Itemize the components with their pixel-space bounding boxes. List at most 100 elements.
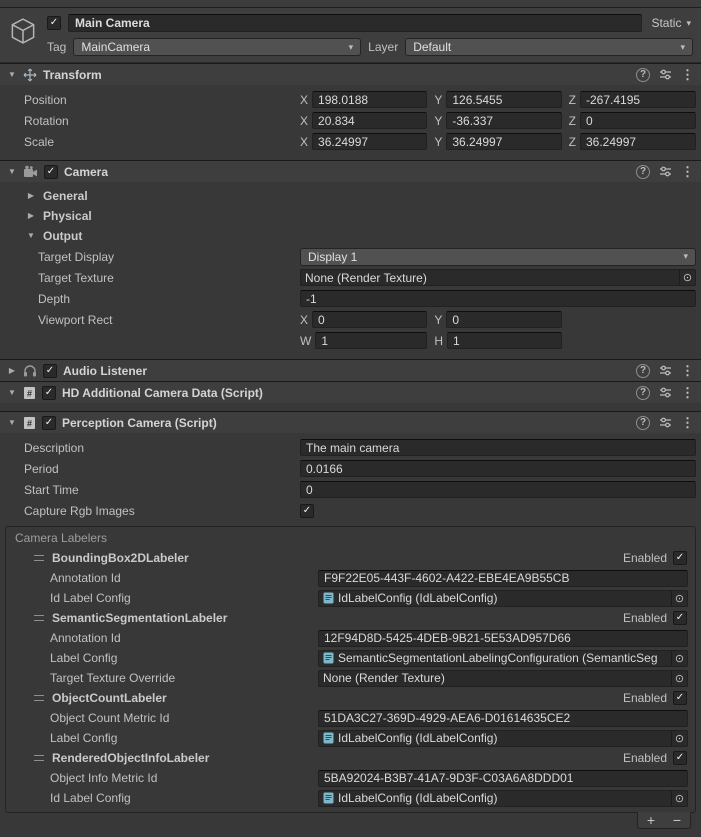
help-icon[interactable]: ? <box>636 364 650 378</box>
foldout-open-icon[interactable]: ▼ <box>7 419 17 427</box>
viewport-h-field[interactable]: 1 <box>447 332 562 349</box>
gameobject-active-checkbox[interactable]: ✓ <box>47 16 61 30</box>
transform-header[interactable]: ▼ Transform ? ⋮ <box>0 63 701 85</box>
perception-camera-enabled-checkbox[interactable]: ✓ <box>42 416 56 430</box>
drag-handle-icon[interactable] <box>34 695 44 701</box>
viewport-x-field[interactable]: 0 <box>312 311 427 328</box>
kebab-menu-icon[interactable]: ⋮ <box>681 68 694 81</box>
viewport-rect-row: Viewport Rect X0 Y0 <box>0 309 701 330</box>
tag-dropdown[interactable]: MainCamera ▾ <box>73 38 361 56</box>
kebab-menu-icon[interactable]: ⋮ <box>681 386 694 399</box>
hd-camera-data-header[interactable]: ▼ # ✓ HD Additional Camera Data (Script)… <box>0 381 701 403</box>
presets-icon[interactable] <box>659 165 672 178</box>
foldout-closed-icon[interactable]: ▶ <box>26 212 36 220</box>
labeler-row-semanticsegmentation[interactable]: SemanticSegmentationLabeler Enabled ✓ <box>6 608 695 628</box>
object-picker-icon[interactable]: ⊙ <box>679 270 695 285</box>
foldout-closed-icon[interactable]: ▶ <box>7 367 17 375</box>
scale-x-field[interactable]: 36.24997 <box>312 133 427 150</box>
target-texture-field[interactable]: None (Render Texture) ⊙ <box>300 269 696 286</box>
labeler-enabled-checkbox[interactable]: ✓ <box>673 611 687 625</box>
foldout-open-icon[interactable]: ▼ <box>7 389 17 397</box>
position-y-field[interactable]: 126.5455 <box>446 91 561 108</box>
target-display-dropdown[interactable]: Display 1 ▾ <box>300 248 696 266</box>
camera-general-foldout[interactable]: ▶ General <box>0 186 701 206</box>
y-axis-label: Y <box>434 313 442 327</box>
scale-y-field[interactable]: 36.24997 <box>446 133 561 150</box>
drag-handle-icon[interactable] <box>34 615 44 621</box>
static-label: Static <box>651 16 681 30</box>
kebab-menu-icon[interactable]: ⋮ <box>681 364 694 377</box>
depth-field[interactable]: -1 <box>300 290 696 307</box>
scale-z-field[interactable]: 36.24997 <box>580 133 696 150</box>
presets-icon[interactable] <box>659 416 672 429</box>
foldout-open-icon[interactable]: ▼ <box>7 71 17 79</box>
period-field[interactable]: 0.0166 <box>300 460 696 477</box>
rotation-y-field[interactable]: -36.337 <box>446 112 561 129</box>
start-time-field[interactable]: 0 <box>300 481 696 498</box>
kebab-menu-icon[interactable]: ⋮ <box>681 416 694 429</box>
id-label-config-field[interactable]: IdLabelConfig (IdLabelConfig) ⊙ <box>318 590 688 607</box>
presets-icon[interactable] <box>659 386 672 399</box>
id-label-config-field[interactable]: IdLabelConfig (IdLabelConfig) ⊙ <box>318 790 688 807</box>
description-field[interactable]: The main camera <box>300 439 696 456</box>
drag-handle-icon[interactable] <box>34 755 44 761</box>
annotation-id-field[interactable]: F9F22E05-443F-4602-A422-EBE4EA9B55CB <box>318 570 688 587</box>
camera-labelers-title: Camera Labelers <box>6 527 695 548</box>
capture-rgb-checkbox[interactable]: ✓ <box>300 504 314 518</box>
add-labeler-button[interactable]: + <box>638 812 664 828</box>
presets-icon[interactable] <box>659 364 672 377</box>
target-texture-override-field[interactable]: None (Render Texture) ⊙ <box>318 670 688 687</box>
camera-physical-foldout[interactable]: ▶ Physical <box>0 206 701 226</box>
foldout-open-icon[interactable]: ▼ <box>26 232 36 240</box>
object-picker-icon[interactable]: ⊙ <box>671 731 687 746</box>
remove-labeler-button[interactable]: − <box>664 812 690 828</box>
audio-listener-header[interactable]: ▶ ✓ Audio Listener ? ⋮ <box>0 359 701 381</box>
labeler-row-boundingbox2d[interactable]: BoundingBox2DLabeler Enabled ✓ <box>6 548 695 568</box>
transform-body: Position X198.0188 Y126.5455 Z-267.4195 … <box>0 85 701 160</box>
object-count-metric-id-field[interactable]: 51DA3C27-369D-4929-AEA6-D01614635CE2 <box>318 710 688 727</box>
label-config-field[interactable]: IdLabelConfig (IdLabelConfig) ⊙ <box>318 730 688 747</box>
camera-output-foldout[interactable]: ▼ Output <box>0 226 701 246</box>
help-icon[interactable]: ? <box>636 165 650 179</box>
gameobject-name-field[interactable]: Main Camera <box>68 14 642 32</box>
drag-handle-icon[interactable] <box>34 555 44 561</box>
y-axis-label: Y <box>434 135 442 149</box>
position-x-field[interactable]: 198.0188 <box>312 91 427 108</box>
static-dropdown[interactable]: Static ▾ <box>649 16 693 30</box>
object-picker-icon[interactable]: ⊙ <box>671 791 687 806</box>
labeler-enabled-checkbox[interactable]: ✓ <box>673 751 687 765</box>
foldout-open-icon[interactable]: ▼ <box>7 168 17 176</box>
rotation-x-field[interactable]: 20.834 <box>312 112 427 129</box>
help-icon[interactable]: ? <box>636 416 650 430</box>
camera-enabled-checkbox[interactable]: ✓ <box>44 165 58 179</box>
labeler-row-objectcount[interactable]: ObjectCountLabeler Enabled ✓ <box>6 688 695 708</box>
camera-header[interactable]: ▼ ✓ Camera ? ⋮ <box>0 160 701 182</box>
object-picker-icon[interactable]: ⊙ <box>671 671 687 686</box>
rotation-z-field[interactable]: 0 <box>580 112 696 129</box>
viewport-w-field[interactable]: 1 <box>315 332 427 349</box>
help-icon[interactable]: ? <box>636 386 650 400</box>
viewport-rect-label: Viewport Rect <box>38 313 300 327</box>
help-icon[interactable]: ? <box>636 68 650 82</box>
object-picker-icon[interactable]: ⊙ <box>671 651 687 666</box>
kebab-menu-icon[interactable]: ⋮ <box>681 165 694 178</box>
presets-icon[interactable] <box>659 68 672 81</box>
position-z-field[interactable]: -267.4195 <box>580 91 696 108</box>
labeler-row-renderedobjectinfo[interactable]: RenderedObjectInfoLabeler Enabled ✓ <box>6 748 695 768</box>
hd-camera-data-enabled-checkbox[interactable]: ✓ <box>42 386 56 400</box>
labeler-enabled-checkbox[interactable]: ✓ <box>673 551 687 565</box>
perception-camera-header[interactable]: ▼ # ✓ Perception Camera (Script) ? ⋮ <box>0 411 701 433</box>
object-picker-icon[interactable]: ⊙ <box>671 591 687 606</box>
label-config-row: Label Config IdLabelConfig (IdLabelConfi… <box>6 728 695 748</box>
label-config-field[interactable]: SemanticSegmentationLabelingConfiguratio… <box>318 650 688 667</box>
camera-labelers-list: Camera Labelers BoundingBox2DLabeler Ena… <box>5 526 696 813</box>
layer-dropdown[interactable]: Default ▾ <box>405 38 693 56</box>
audio-listener-enabled-checkbox[interactable]: ✓ <box>43 364 57 378</box>
foldout-closed-icon[interactable]: ▶ <box>26 192 36 200</box>
viewport-y-field[interactable]: 0 <box>446 311 561 328</box>
object-info-metric-id-field[interactable]: 5BA92024-B3B7-41A7-9D3F-C03A6A8DDD01 <box>318 770 688 787</box>
annotation-id-field[interactable]: 12F94D8D-5425-4DEB-9B21-5E53AD957D66 <box>318 630 688 647</box>
perception-camera-title: Perception Camera (Script) <box>62 416 217 430</box>
enabled-label: Enabled <box>623 691 667 705</box>
labeler-enabled-checkbox[interactable]: ✓ <box>673 691 687 705</box>
